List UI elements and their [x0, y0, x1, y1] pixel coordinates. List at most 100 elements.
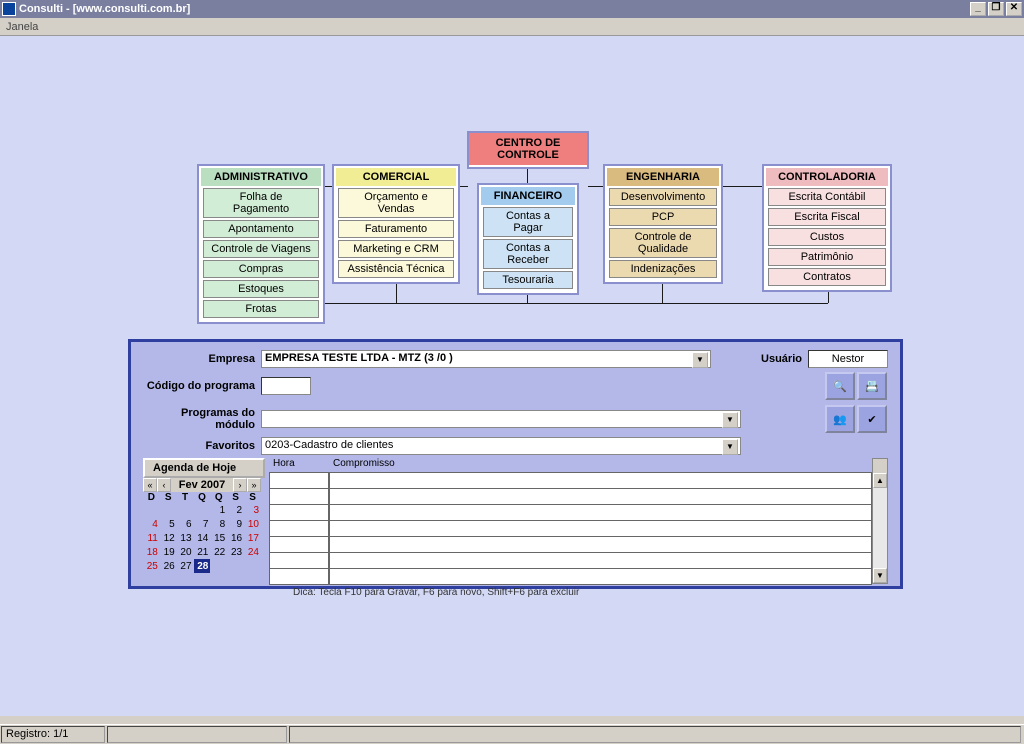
cal-day[interactable]: 3 — [244, 503, 261, 517]
cal-day[interactable]: 12 — [160, 531, 177, 545]
cal-day[interactable]: 6 — [177, 517, 194, 531]
hora-cell[interactable] — [269, 488, 329, 505]
compromisso-cell[interactable] — [329, 504, 872, 521]
compromisso-cell[interactable] — [329, 552, 872, 569]
cal-day[interactable]: 10 — [244, 517, 261, 531]
hint-text: Dica: Tecla F10 para Gravar, F6 para nov… — [143, 584, 888, 598]
cal-day[interactable]: 27 — [177, 559, 194, 573]
maximize-button[interactable]: ❐ — [988, 2, 1004, 16]
hora-cell[interactable] — [269, 568, 329, 585]
cal-next-month[interactable]: › — [233, 478, 247, 492]
close-button[interactable]: ✕ — [1006, 2, 1022, 16]
cal-day — [244, 559, 261, 573]
cal-day[interactable]: 2 — [227, 503, 244, 517]
hora-cell[interactable] — [269, 552, 329, 569]
com-item-orcamento[interactable]: Orçamento e Vendas — [338, 188, 454, 218]
com-item-assistencia[interactable]: Assistência Técnica — [338, 260, 454, 278]
cal-day[interactable]: 21 — [194, 545, 211, 559]
compromisso-cell[interactable] — [329, 488, 872, 505]
admin-item-viagens[interactable]: Controle de Viagens — [203, 240, 319, 258]
cal-day[interactable]: 4 — [143, 517, 160, 531]
favoritos-label: Favoritos — [143, 440, 261, 452]
admin-item-compras[interactable]: Compras — [203, 260, 319, 278]
eng-item-indenizacoes[interactable]: Indenizações — [609, 260, 717, 278]
scroll-up[interactable]: ▲ — [873, 473, 887, 488]
compromisso-cell[interactable] — [329, 568, 872, 585]
icon-address-button[interactable]: 📇 — [857, 372, 887, 400]
ctrl-item-contratos[interactable]: Contratos — [768, 268, 886, 286]
cal-day[interactable]: 18 — [143, 545, 160, 559]
ctrl-item-patrimonio[interactable]: Patrimônio — [768, 248, 886, 266]
schedule-scrollbar[interactable]: ▲ ▼ — [872, 458, 888, 584]
icon-search-button[interactable]: 🔍 — [825, 372, 855, 400]
ctrl-header: CONTROLADORIA — [766, 168, 888, 186]
cal-day[interactable]: 19 — [160, 545, 177, 559]
ctrl-item-contabil[interactable]: Escrita Contábil — [768, 188, 886, 206]
ctrl-item-fiscal[interactable]: Escrita Fiscal — [768, 208, 886, 226]
ctrl-item-custos[interactable]: Custos — [768, 228, 886, 246]
hora-cell[interactable] — [269, 536, 329, 553]
compromisso-cell[interactable] — [329, 472, 872, 489]
codigo-input[interactable] — [261, 377, 311, 395]
admin-item-frotas[interactable]: Frotas — [203, 300, 319, 318]
com-item-faturamento[interactable]: Faturamento — [338, 220, 454, 238]
cal-day[interactable]: 26 — [160, 559, 177, 573]
usuario-label: Usuário — [761, 353, 808, 365]
favoritos-select[interactable]: 0203-Cadastro de clientes — [261, 437, 741, 455]
cal-day[interactable]: 13 — [177, 531, 194, 545]
cal-next-year[interactable]: » — [247, 478, 261, 492]
cal-day[interactable]: 11 — [143, 531, 160, 545]
eng-item-qualidade[interactable]: Controle de Qualidade — [609, 228, 717, 258]
cal-prev-year[interactable]: « — [143, 478, 157, 492]
admin-item-apontamento[interactable]: Apontamento — [203, 220, 319, 238]
eng-item-pcp[interactable]: PCP — [609, 208, 717, 226]
cal-day[interactable]: 14 — [194, 531, 211, 545]
cal-day[interactable]: 15 — [210, 531, 227, 545]
status-record: Registro: 1/1 — [1, 726, 105, 743]
com-item-marketing[interactable]: Marketing e CRM — [338, 240, 454, 258]
cal-day[interactable]: 22 — [210, 545, 227, 559]
cal-day[interactable]: 17 — [244, 531, 261, 545]
compromisso-cell[interactable] — [329, 536, 872, 553]
fin-item-pagar[interactable]: Contas a Pagar — [483, 207, 573, 237]
icon-users-button[interactable]: 👥 — [825, 405, 855, 433]
hora-cell[interactable] — [269, 520, 329, 537]
module-engenharia: ENGENHARIA Desenvolvimento PCP Controle … — [603, 164, 723, 284]
cal-day — [177, 503, 194, 517]
cal-day[interactable]: 7 — [194, 517, 211, 531]
cal-day[interactable]: 24 — [244, 545, 261, 559]
cal-day[interactable]: 16 — [227, 531, 244, 545]
admin-item-estoques[interactable]: Estoques — [203, 280, 319, 298]
menu-janela[interactable]: Janela — [6, 21, 38, 33]
icon-check-button[interactable]: ✔ — [857, 405, 887, 433]
hora-cell[interactable] — [269, 472, 329, 489]
scroll-down[interactable]: ▼ — [873, 568, 887, 583]
node-centro-controle: CENTRO DE CONTROLE — [467, 131, 589, 169]
agenda-hoje-button[interactable]: Agenda de Hoje — [143, 458, 265, 478]
eng-item-desenvolvimento[interactable]: Desenvolvimento — [609, 188, 717, 206]
cal-day[interactable]: 5 — [160, 517, 177, 531]
cal-day[interactable]: 20 — [177, 545, 194, 559]
window-title: Consulti - [www.consulti.com.br] — [19, 3, 190, 15]
fin-item-tesouraria[interactable]: Tesouraria — [483, 271, 573, 289]
com-header: COMERCIAL — [336, 168, 456, 186]
cal-prev-month[interactable]: ‹ — [157, 478, 171, 492]
fin-header: FINANCEIRO — [481, 187, 575, 205]
programas-select[interactable] — [261, 410, 741, 428]
minimize-button[interactable]: _ — [970, 2, 986, 16]
cal-day[interactable]: 28 — [194, 559, 211, 573]
admin-item-folha[interactable]: Folha de Pagamento — [203, 188, 319, 218]
cal-day[interactable]: 8 — [210, 517, 227, 531]
cal-day[interactable]: 9 — [227, 517, 244, 531]
cal-day[interactable]: 25 — [143, 559, 160, 573]
app-icon — [2, 2, 16, 16]
control-panel: Empresa EMPRESA TESTE LTDA - MTZ (3 /0 )… — [128, 339, 903, 589]
cal-day[interactable]: 1 — [210, 503, 227, 517]
calendar: « ‹ Fev 2007 › » D S T Q Q S — [143, 478, 261, 573]
hora-cell[interactable] — [269, 504, 329, 521]
module-comercial: COMERCIAL Orçamento e Vendas Faturamento… — [332, 164, 460, 284]
fin-item-receber[interactable]: Contas a Receber — [483, 239, 573, 269]
cal-day[interactable]: 23 — [227, 545, 244, 559]
empresa-select[interactable]: EMPRESA TESTE LTDA - MTZ (3 /0 ) — [261, 350, 711, 368]
compromisso-cell[interactable] — [329, 520, 872, 537]
